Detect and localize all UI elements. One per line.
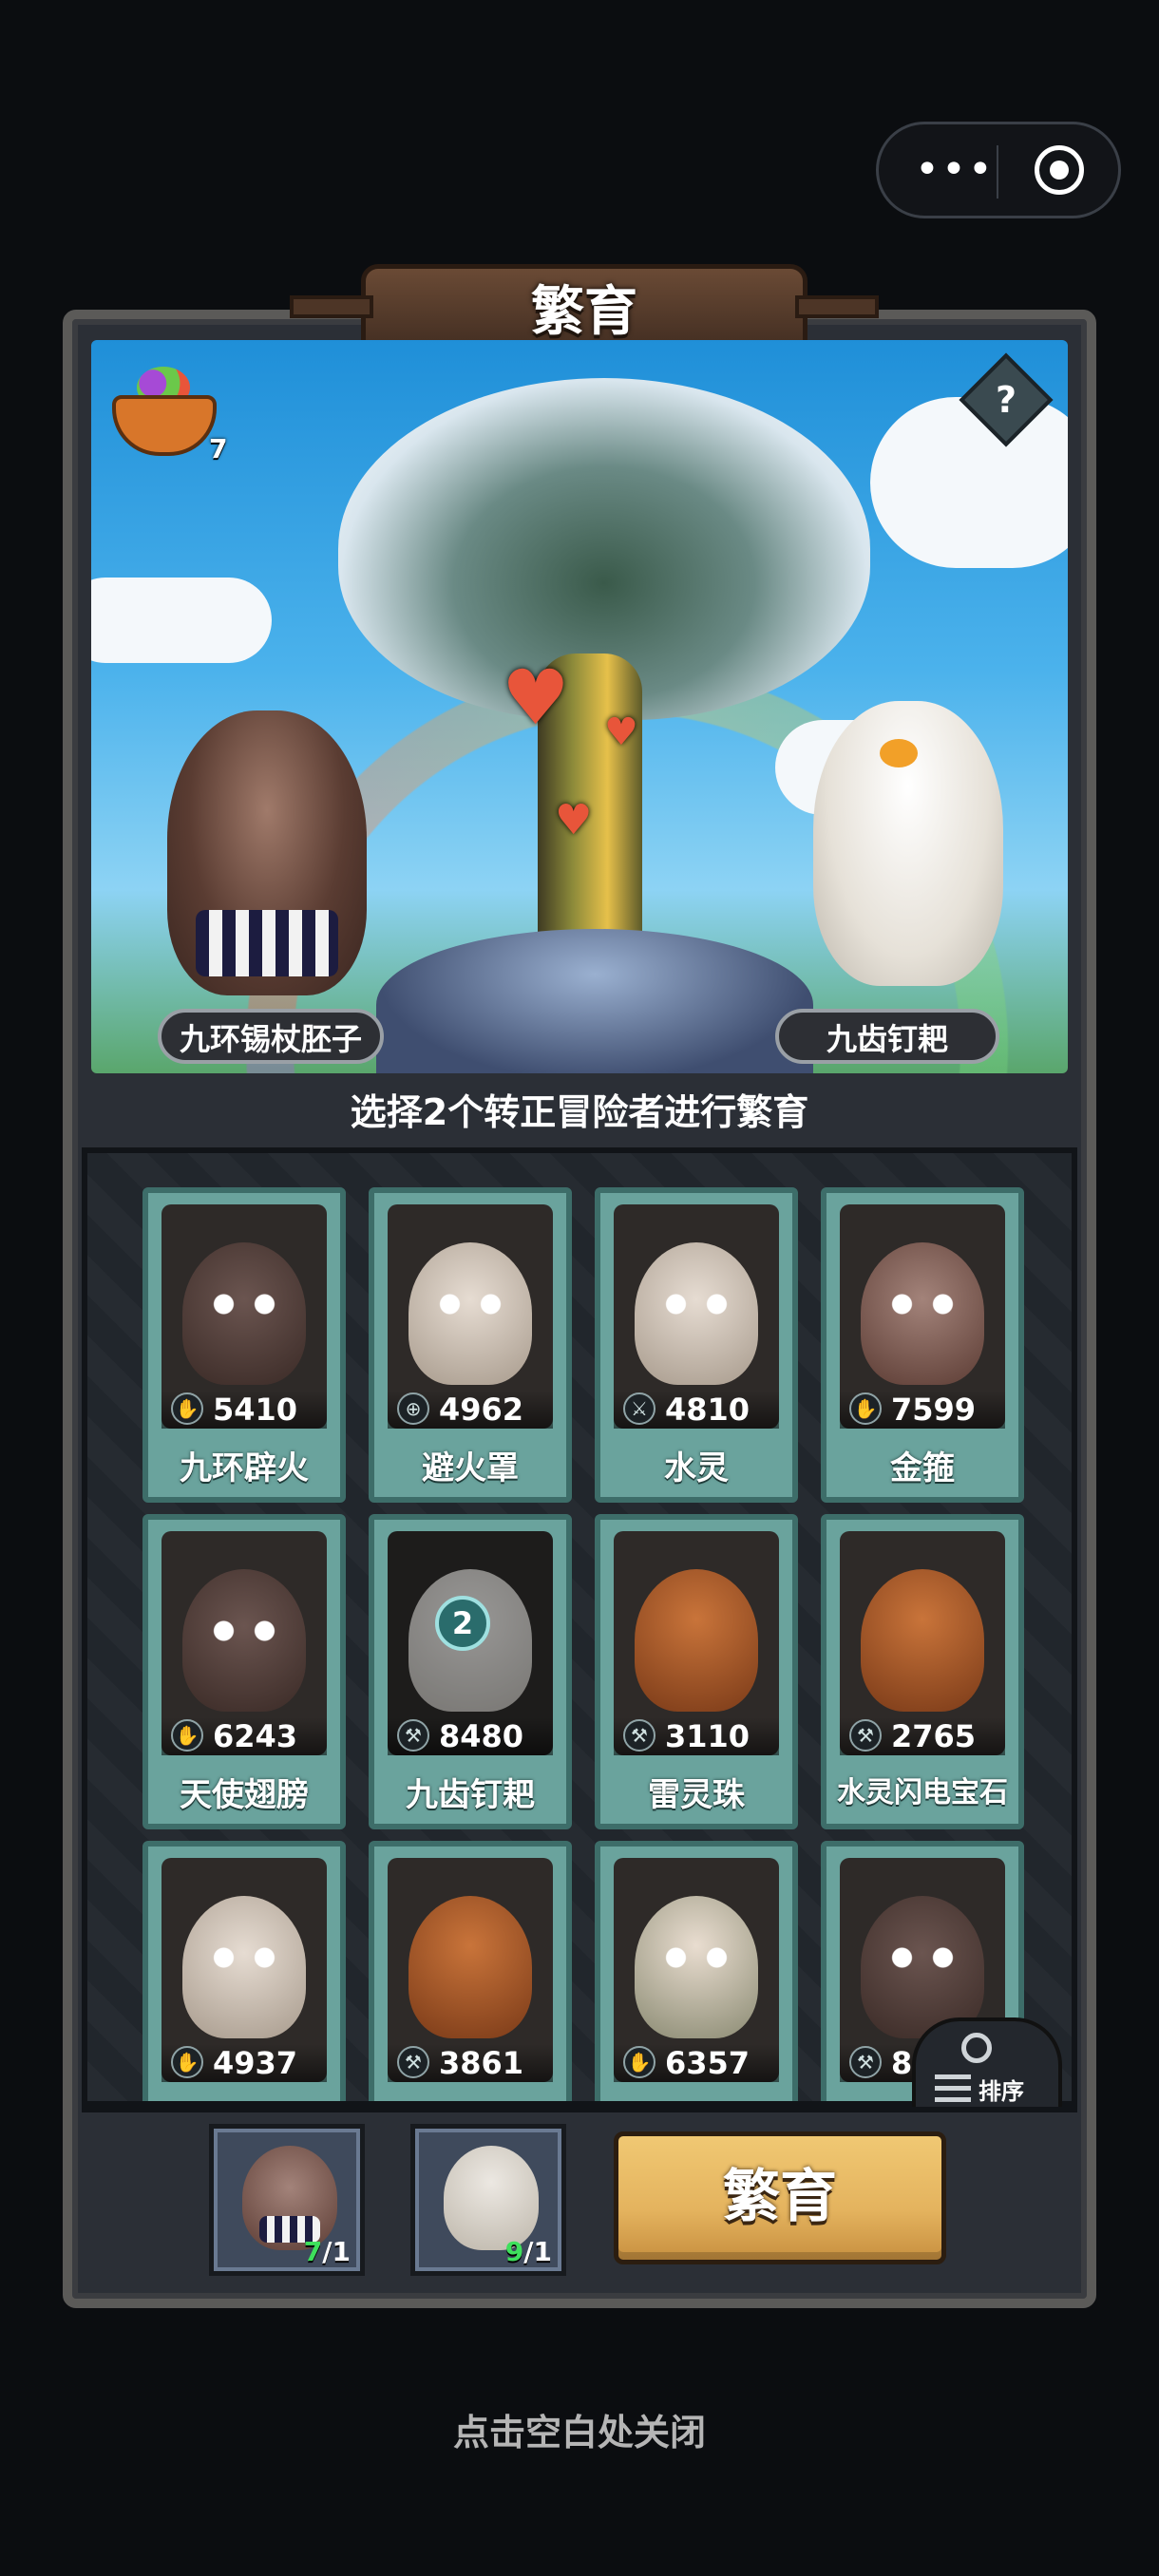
adventurer-card[interactable]: ⚒ 3861 xyxy=(369,1841,572,2101)
adventurer-card[interactable]: ⚒ 2765 水灵闪电宝石 xyxy=(821,1514,1024,1829)
adventurer-power: 5410 xyxy=(213,1392,298,1428)
adventurer-power: 4962 xyxy=(439,1392,524,1428)
adventurer-card[interactable]: ✋ 7599 金箍 xyxy=(821,1187,1024,1503)
breed-button[interactable]: 繁育 xyxy=(614,2131,946,2264)
list-icon xyxy=(935,2074,971,2107)
adventurer-power: 8 xyxy=(891,2045,913,2081)
breeding-slot-2[interactable]: 9/1 xyxy=(410,2124,566,2276)
adventurer-power: 3110 xyxy=(665,1718,750,1754)
selection-order-badge: 2 xyxy=(435,1596,490,1651)
claw-icon: ✋ xyxy=(623,2046,656,2078)
adventurer-power: 6243 xyxy=(213,1718,298,1754)
wrench-icon: ⚒ xyxy=(849,1719,882,1752)
close-hint[interactable]: 点击空白处关闭 xyxy=(0,2403,1159,2455)
adventurer-name: 九齿钉耙 xyxy=(406,1776,535,1814)
slot-count: 7/1 xyxy=(303,2236,351,2267)
adventurer-name: 雷灵珠 xyxy=(648,1776,745,1814)
adventurer-power: 8480 xyxy=(439,1718,524,1754)
heart-icon: ♥ xyxy=(502,653,570,742)
wrench-icon: ⚒ xyxy=(397,2046,429,2078)
wrench-icon: ⚒ xyxy=(623,1719,656,1752)
right-parent-name: 九齿钉耙 xyxy=(775,1009,999,1064)
adventurer-card[interactable]: ✋ 5410 九环辟火 xyxy=(142,1187,346,1503)
cloud xyxy=(870,397,1068,568)
adventurer-name: 水灵 xyxy=(664,1449,729,1487)
mini-program-capsule: ••• xyxy=(876,122,1121,218)
adventurer-grid[interactable]: ✋ 5410 九环辟火 ⊕ 4962 避火罩 ⚔ 4810 水灵 ✋ 7599 金箍 ✋… xyxy=(82,1147,1077,2107)
adventurer-power: 7599 xyxy=(891,1392,977,1428)
slot-count: 9/1 xyxy=(504,2236,552,2267)
sort-label: 排序 xyxy=(978,2078,1024,2105)
parent-character-left xyxy=(167,710,367,995)
adventurer-card[interactable]: ✋ 6243 天使翅膀 xyxy=(142,1514,346,1829)
sword-icon: ⚔ xyxy=(623,1392,656,1425)
adventurer-name: 九环辟火 xyxy=(180,1449,309,1487)
claw-icon: ✋ xyxy=(171,2046,203,2078)
adventurer-power: 3861 xyxy=(439,2045,524,2081)
left-parent-name: 九环锡杖胚子 xyxy=(158,1009,384,1064)
breeding-slot-1[interactable]: 7/1 xyxy=(209,2124,365,2276)
wrench-icon: ⚒ xyxy=(849,2046,882,2078)
adventurer-name: 避火罩 xyxy=(422,1449,519,1487)
breeding-scene: ♥ ♥ ♥ 7 ? 九环锡杖胚子 九齿钉耙 xyxy=(91,340,1068,1073)
adventurer-card[interactable]: ✋ 4937 xyxy=(142,1841,346,2101)
wrench-icon: ⚒ xyxy=(397,1719,429,1752)
heart-icon: ♥ xyxy=(604,710,638,754)
adventurer-power: 6357 xyxy=(665,2045,750,2081)
capsule-divider xyxy=(997,145,998,199)
selection-instruction: 选择2个转正冒险者进行繁育 xyxy=(350,1091,809,1133)
adventurer-card[interactable]: ✋ 6357 xyxy=(595,1841,798,2101)
question-icon: ? xyxy=(995,379,1017,421)
adventurer-card[interactable]: ⊕ 4962 避火罩 xyxy=(369,1187,572,1503)
heart-icon: ♥ xyxy=(555,796,593,844)
fruit-basket-icon[interactable]: 7 xyxy=(108,357,227,464)
target-icon: ⊕ xyxy=(397,1392,429,1425)
close-miniprogram-icon[interactable] xyxy=(1035,145,1084,195)
adventurer-name: 天使翅膀 xyxy=(180,1776,309,1814)
claw-icon: ✋ xyxy=(171,1392,203,1425)
hippo-token-icon xyxy=(242,2146,337,2250)
adventurer-card[interactable]: ⚒ 3110 雷灵珠 xyxy=(595,1514,798,1829)
magnifier-icon xyxy=(961,2033,992,2063)
parent-character-right xyxy=(813,701,1003,986)
adventurer-card[interactable]: ⚔ 4810 水灵 xyxy=(595,1187,798,1503)
claw-icon: ✋ xyxy=(171,1719,203,1752)
adventurer-power: 4937 xyxy=(213,2045,298,2081)
chicken-token-icon xyxy=(444,2146,539,2250)
basket-bowl xyxy=(112,395,217,456)
adventurer-card-selected[interactable]: 2 ⚒ 8480 九齿钉耙 xyxy=(369,1514,572,1829)
striped-shorts xyxy=(196,910,338,976)
basket-count: 7 xyxy=(209,433,228,464)
claw-icon: ✋ xyxy=(849,1392,882,1425)
adventurer-power: 4810 xyxy=(665,1392,750,1428)
chicken-beak xyxy=(880,739,918,767)
adventurer-name: 水灵闪电宝石 xyxy=(837,1776,1008,1809)
rock-base xyxy=(376,929,813,1073)
more-icon[interactable]: ••• xyxy=(915,149,995,191)
adventurer-name: 金箍 xyxy=(890,1449,955,1487)
adventurer-power: 2765 xyxy=(891,1718,977,1754)
cloud xyxy=(91,578,272,663)
